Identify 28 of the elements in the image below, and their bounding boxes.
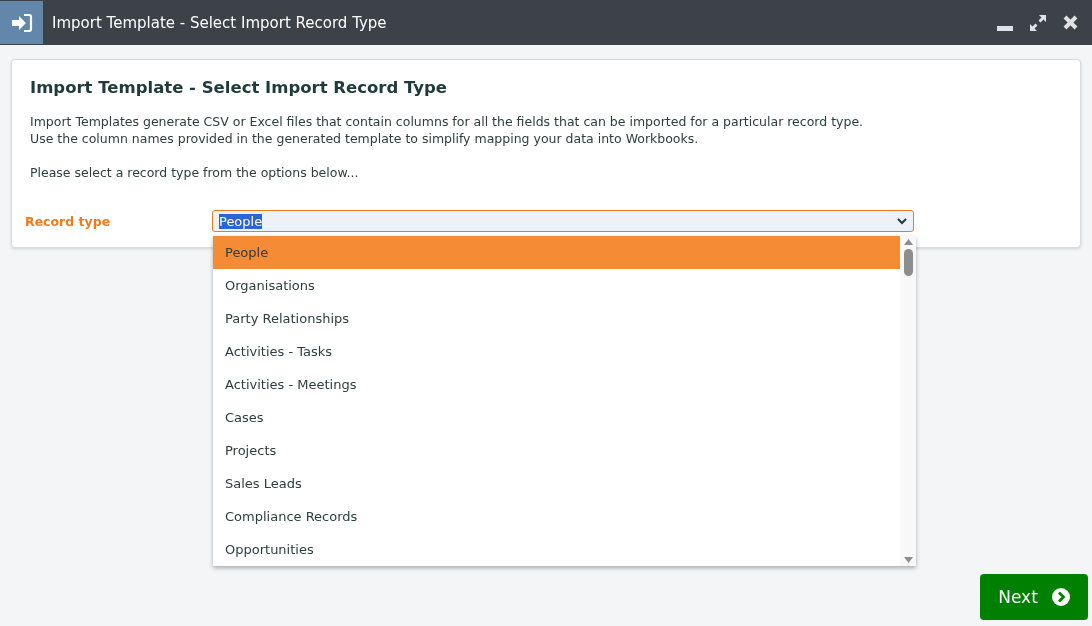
close-icon[interactable]	[1063, 15, 1078, 30]
description-text: Import Templates generate CSV or Excel files that contain columns for all the fields that can be imported for a particular record type.	[30, 113, 865, 130]
scrollbar[interactable]	[900, 236, 916, 566]
chevron-circle-icon	[1051, 588, 1070, 606]
scroll-down-icon[interactable]	[903, 557, 913, 563]
description-text: Use the column names provided in the generated template to simplify mapping your data into Workbooks.	[30, 130, 700, 147]
dropdown-option[interactable]: Activities - Tasks	[213, 335, 900, 368]
dropdown-option[interactable]: People	[213, 236, 900, 269]
scroll-up-icon[interactable]	[903, 239, 913, 245]
field-label: Record type	[25, 213, 112, 229]
dropdown-option[interactable]: Cases	[213, 401, 900, 434]
card-heading: Import Template - Select Import Record Type	[30, 78, 449, 97]
dropdown-option[interactable]: Projects	[213, 434, 900, 467]
minimize-icon[interactable]	[997, 25, 1013, 32]
instruction-text: Please select a record type from the options below...	[30, 164, 360, 181]
dropdown-option[interactable]: Activities - Meetings	[213, 368, 900, 401]
dropdown-option[interactable]: Compliance Records	[213, 500, 900, 533]
window-title: Import Template - Select Import Record Type	[52, 13, 388, 32]
dropdown-option[interactable]: Organisations	[213, 269, 900, 302]
record-type-dropdown[interactable]: People	[212, 210, 914, 232]
import-icon	[0, 1, 43, 44]
dropdown-option[interactable]: Party Relationships	[213, 302, 900, 335]
chevron-icon	[897, 217, 907, 225]
next-button[interactable]: Next	[980, 574, 1088, 620]
maximize-icon[interactable]	[1029, 13, 1047, 32]
scrollbar-thumb[interactable]	[903, 249, 913, 276]
dropdown-option[interactable]: Opportunities	[213, 533, 900, 566]
dropdown-option[interactable]: Sales Leads	[213, 467, 900, 500]
